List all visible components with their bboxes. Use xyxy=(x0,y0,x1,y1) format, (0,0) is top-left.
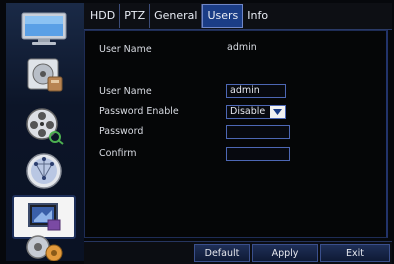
tab-hdd[interactable]: HDD xyxy=(86,4,121,28)
gears-icon xyxy=(26,235,63,261)
button-bar: Default Apply Exit xyxy=(84,241,392,264)
password-enable-label: Password Enable xyxy=(99,106,179,117)
default-button[interactable]: Default xyxy=(194,244,250,262)
film-reel-icon xyxy=(26,108,64,145)
password-enable-value: Disable xyxy=(230,106,266,117)
tab-users[interactable]: Users xyxy=(202,4,244,28)
password-enable-select[interactable]: Disable xyxy=(226,105,286,119)
sidebar-item-display[interactable] xyxy=(10,7,78,51)
apply-button[interactable]: Apply xyxy=(252,244,318,262)
dvr-settings-screen: HDD PTZ General Users Info User Name adm… xyxy=(0,0,394,264)
current-user-value: admin xyxy=(227,42,257,53)
chevron-down-icon xyxy=(270,106,285,118)
confirm-field[interactable] xyxy=(226,147,290,161)
tab-ptz[interactable]: PTZ xyxy=(120,4,151,28)
sidebar xyxy=(6,3,84,261)
user-name-label: User Name xyxy=(99,86,152,97)
users-panel: User Name admin User Name admin Password… xyxy=(84,30,388,238)
user-name-field[interactable]: admin xyxy=(226,84,286,98)
sidebar-item-advanced[interactable] xyxy=(10,229,78,261)
password-field[interactable] xyxy=(226,125,290,139)
sidebar-item-network[interactable] xyxy=(10,149,78,193)
tab-info[interactable]: Info xyxy=(243,4,272,28)
network-icon xyxy=(26,153,62,189)
sidebar-item-record[interactable] xyxy=(10,53,78,97)
current-user-label: User Name xyxy=(99,44,152,55)
sidebar-item-playback[interactable] xyxy=(10,103,78,147)
hdd-icon xyxy=(27,58,63,92)
confirm-label: Confirm xyxy=(99,148,137,159)
password-label: Password xyxy=(99,126,144,137)
settings-tabs: HDD PTZ General Users Info xyxy=(84,3,392,30)
monitor-icon xyxy=(21,12,67,45)
tab-general[interactable]: General xyxy=(150,4,203,28)
exit-button[interactable]: Exit xyxy=(320,244,390,262)
